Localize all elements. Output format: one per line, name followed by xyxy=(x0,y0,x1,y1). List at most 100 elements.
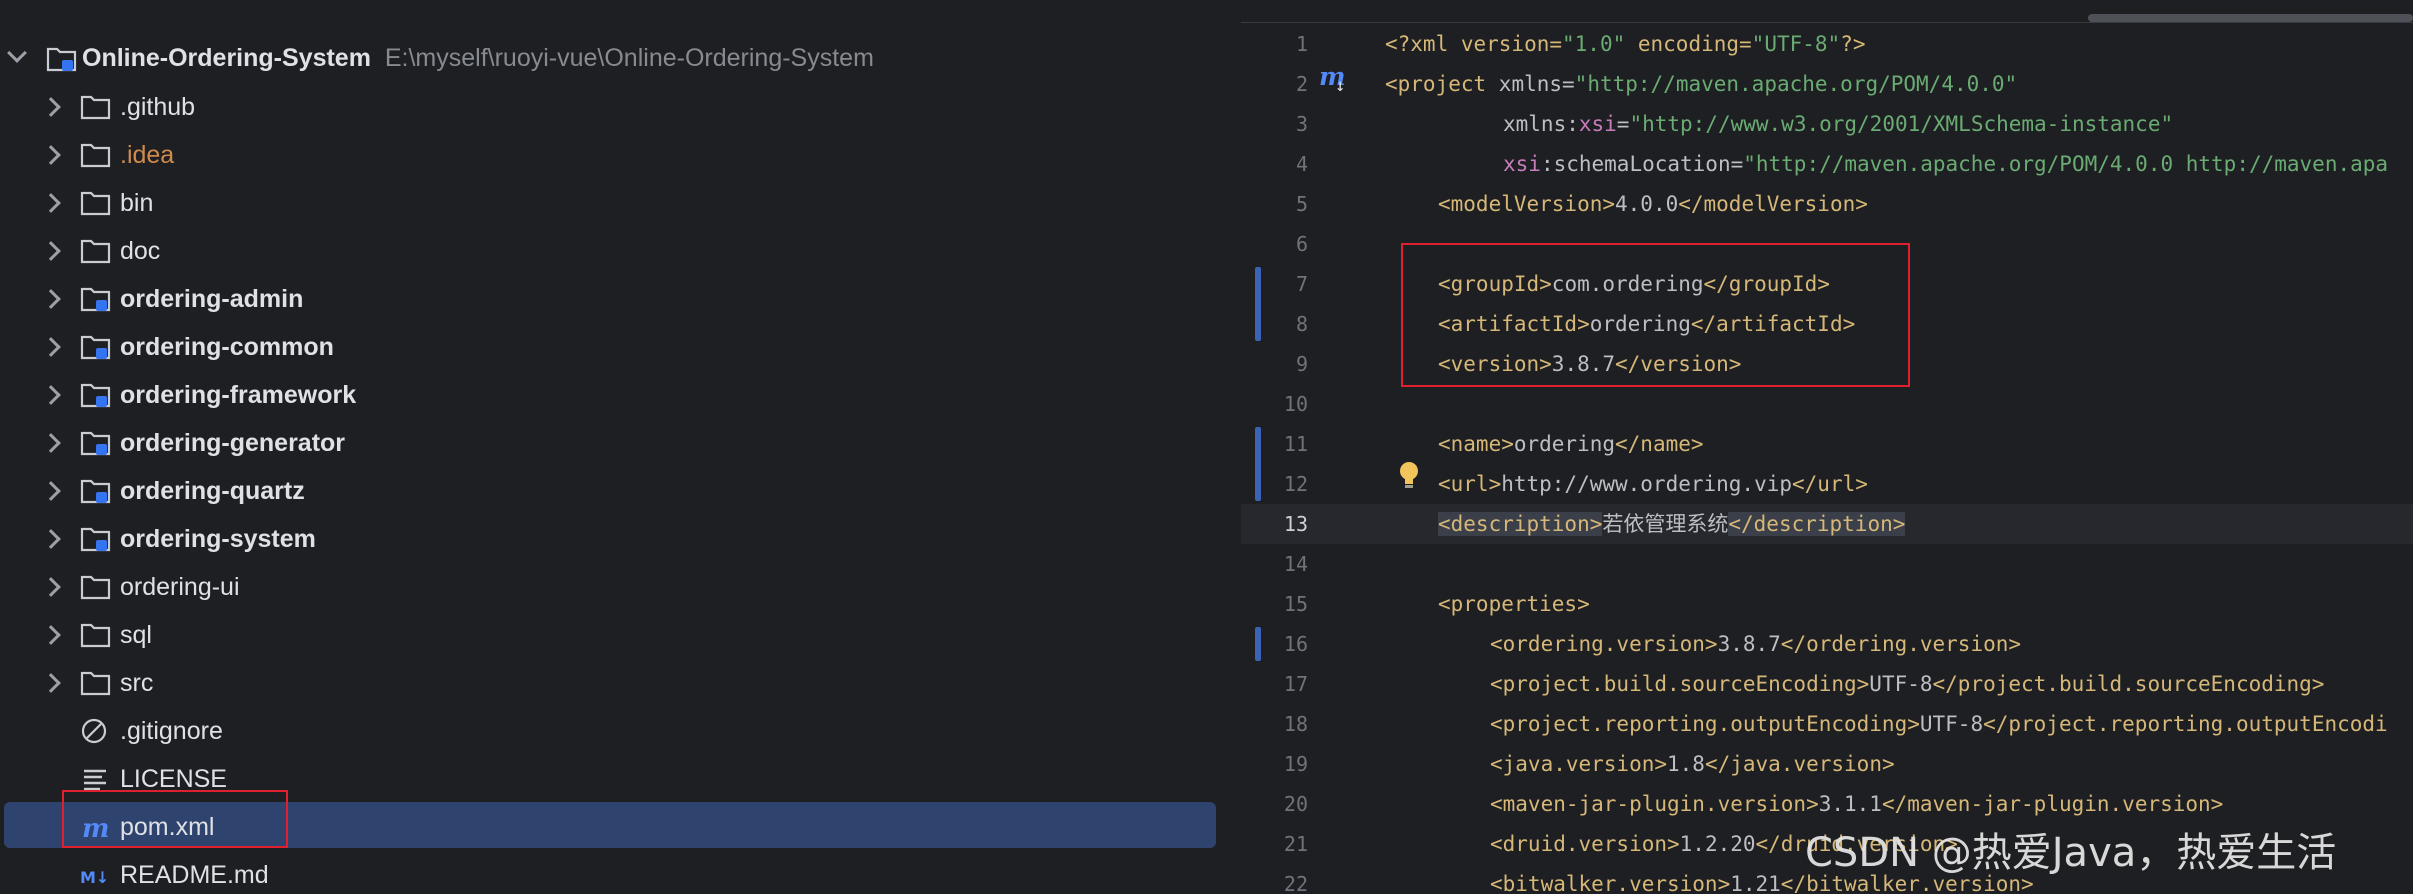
code-text[interactable]: xsi:schemaLocation="http://maven.apache.… xyxy=(1503,144,2388,184)
line-number: 2 xyxy=(1295,72,1308,96)
code-text[interactable]: <java.version>1.8</java.version> xyxy=(1490,744,1895,784)
code-text[interactable]: <description>若依管理系统</description> xyxy=(1438,504,1906,544)
code-text[interactable]: <modelVersion>4.0.0</modelVersion> xyxy=(1438,184,1868,224)
tree-item-ordering-system[interactable]: ordering-system xyxy=(0,515,1239,563)
chevron-right-icon[interactable] xyxy=(41,433,61,453)
tree-item-label: src xyxy=(120,669,154,697)
folder-icon xyxy=(80,143,111,168)
module-folder-icon xyxy=(80,479,111,504)
line-number: 7 xyxy=(1295,272,1308,296)
chevron-right-icon[interactable] xyxy=(41,337,61,357)
tree-item-label: .github xyxy=(120,93,196,121)
chevron-down-icon[interactable] xyxy=(7,43,27,63)
code-line-3[interactable]: 3 xmlns:xsi="http://www.w3.org/2001/XMLSc… xyxy=(1241,104,2413,144)
code-line-15[interactable]: 15 <properties> xyxy=(1241,584,2413,624)
modified-marker[interactable] xyxy=(1255,427,1261,501)
tree-item-label: ordering-framework xyxy=(120,381,357,409)
tree-item-ordering-generator[interactable]: ordering-generator xyxy=(0,419,1239,467)
code-line-5[interactable]: 5 <modelVersion>4.0.0</modelVersion> xyxy=(1241,184,2413,224)
chevron-right-icon[interactable] xyxy=(41,385,61,405)
code-editor[interactable]: 1 <?xml version="1.0" encoding="UTF-8"?> 2… xyxy=(1241,0,2413,894)
code-line-19[interactable]: 19 <java.version>1.8</java.version> xyxy=(1241,744,2413,784)
tree-root-row[interactable]: Online-Ordering-System E:\myself\ruoyi-v… xyxy=(0,35,1239,83)
line-number: 19 xyxy=(1283,752,1308,776)
modified-marker[interactable] xyxy=(1255,267,1261,341)
code-text[interactable]: <properties> xyxy=(1438,584,1590,624)
code-line-17[interactable]: 17 <project.build.sourceEncoding>UTF-8</p… xyxy=(1241,664,2413,704)
code-text[interactable]: <ordering.version>3.8.7</ordering.versio… xyxy=(1490,624,2021,664)
chevron-right-icon[interactable] xyxy=(41,673,61,693)
line-number: 11 xyxy=(1283,432,1308,456)
project-name: Online-Ordering-System xyxy=(82,44,371,72)
code-text[interactable]: <?xml version="1.0" encoding="UTF-8"?> xyxy=(1385,24,1865,64)
chevron-right-icon[interactable] xyxy=(41,289,61,309)
code-text[interactable]: <project.build.sourceEncoding>UTF-8</pro… xyxy=(1490,664,2324,704)
line-number: 1 xyxy=(1295,32,1308,56)
tree-item-ordering-framework[interactable]: ordering-framework xyxy=(0,371,1239,419)
tree-item-ordering-admin[interactable]: ordering-admin xyxy=(0,275,1239,323)
code-line-4[interactable]: 4 xsi:schemaLocation="http://maven.apache… xyxy=(1241,144,2413,184)
chevron-right-icon[interactable] xyxy=(41,241,61,261)
folder-icon xyxy=(80,95,111,120)
tree-item-idea[interactable]: .idea xyxy=(0,131,1239,179)
folder-icon xyxy=(80,575,111,600)
code-text[interactable]: <project.reporting.outputEncoding>UTF-8<… xyxy=(1490,704,2388,744)
line-number: 6 xyxy=(1295,232,1308,256)
svg-text:M↓: M↓ xyxy=(80,868,109,887)
code-line-14[interactable]: 14 xyxy=(1241,544,2413,584)
code-text[interactable]: <name>ordering</name> xyxy=(1438,424,1704,464)
line-number: 3 xyxy=(1295,112,1308,136)
chevron-right-icon[interactable] xyxy=(41,481,61,501)
code-text[interactable]: <url>http://www.ordering.vip</url> xyxy=(1438,464,1868,504)
horizontal-scrollbar[interactable] xyxy=(2088,14,2413,22)
code-line-11[interactable]: 11 <name>ordering</name> xyxy=(1241,424,2413,464)
modified-marker[interactable] xyxy=(1255,627,1261,661)
tree-item-label: bin xyxy=(120,189,154,217)
code-line-10[interactable]: 10 xyxy=(1241,384,2413,424)
tree-item-gitignore[interactable]: .gitignore xyxy=(0,707,1239,755)
tree-item-label: doc xyxy=(120,237,161,265)
tree-item-label: ordering-generator xyxy=(120,429,346,457)
chevron-right-icon[interactable] xyxy=(41,145,61,165)
tree-item-ordering-ui[interactable]: ordering-ui xyxy=(0,563,1239,611)
code-line-18[interactable]: 18 <project.reporting.outputEncoding>UTF-… xyxy=(1241,704,2413,744)
code-line-2[interactable]: 2 <project xmlns="http://maven.apache.org… xyxy=(1241,64,2413,104)
project-tree: Online-Ordering-System E:\myself\ruoyi-v… xyxy=(0,0,1239,894)
line-number: 5 xyxy=(1295,192,1308,216)
chevron-right-icon[interactable] xyxy=(41,529,61,549)
line-number: 4 xyxy=(1295,152,1308,176)
lightbulb-icon[interactable] xyxy=(1398,461,1420,491)
gitignore-icon xyxy=(81,718,107,744)
folder-icon xyxy=(80,671,111,696)
module-folder-icon xyxy=(80,383,111,408)
tree-item-doc[interactable]: doc xyxy=(0,227,1239,275)
tree-item-ordering-quartz[interactable]: ordering-quartz xyxy=(0,467,1239,515)
code-text[interactable]: <project xmlns="http://maven.apache.org/… xyxy=(1385,64,2017,104)
watermark: CSDN @热爱Java，热爱生活 xyxy=(1805,830,2337,876)
code-text[interactable]: xmlns:xsi="http://www.w3.org/2001/XMLSch… xyxy=(1503,104,2173,144)
line-number: 15 xyxy=(1283,592,1308,616)
tree-item-ordering-common[interactable]: ordering-common xyxy=(0,323,1239,371)
tree-item-label: README.md xyxy=(120,861,269,889)
line-number: 17 xyxy=(1283,672,1308,696)
code-line-16[interactable]: 16 <ordering.version>3.8.7</ordering.vers… xyxy=(1241,624,2413,664)
maven-gutter-icon[interactable]: m ↓ xyxy=(1317,62,1351,98)
line-number: 13 xyxy=(1283,512,1308,536)
chevron-right-icon[interactable] xyxy=(41,625,61,645)
tree-item-sql[interactable]: sql xyxy=(0,611,1239,659)
tree-item-readme-md[interactable]: M↓ README.md xyxy=(0,851,1239,894)
line-number: 22 xyxy=(1283,872,1308,894)
code-line-20[interactable]: 20 <maven-jar-plugin.version>3.1.1</maven… xyxy=(1241,784,2413,824)
code-text[interactable]: <maven-jar-plugin.version>3.1.1</maven-j… xyxy=(1490,784,2223,824)
chevron-right-icon[interactable] xyxy=(41,577,61,597)
tree-item-label: ordering-quartz xyxy=(120,477,305,505)
code-line-13[interactable]: 13 <description>若依管理系统</description> xyxy=(1241,504,2413,544)
tree-item-src[interactable]: src xyxy=(0,659,1239,707)
chevron-right-icon[interactable] xyxy=(41,97,61,117)
chevron-right-icon[interactable] xyxy=(41,193,61,213)
tree-item-label: ordering-common xyxy=(120,333,334,361)
tree-item-label: .gitignore xyxy=(120,717,223,745)
tree-item-github[interactable]: .github xyxy=(0,83,1239,131)
tree-item-bin[interactable]: bin xyxy=(0,179,1239,227)
code-line-1[interactable]: 1 <?xml version="1.0" encoding="UTF-8"?> xyxy=(1241,24,2413,64)
